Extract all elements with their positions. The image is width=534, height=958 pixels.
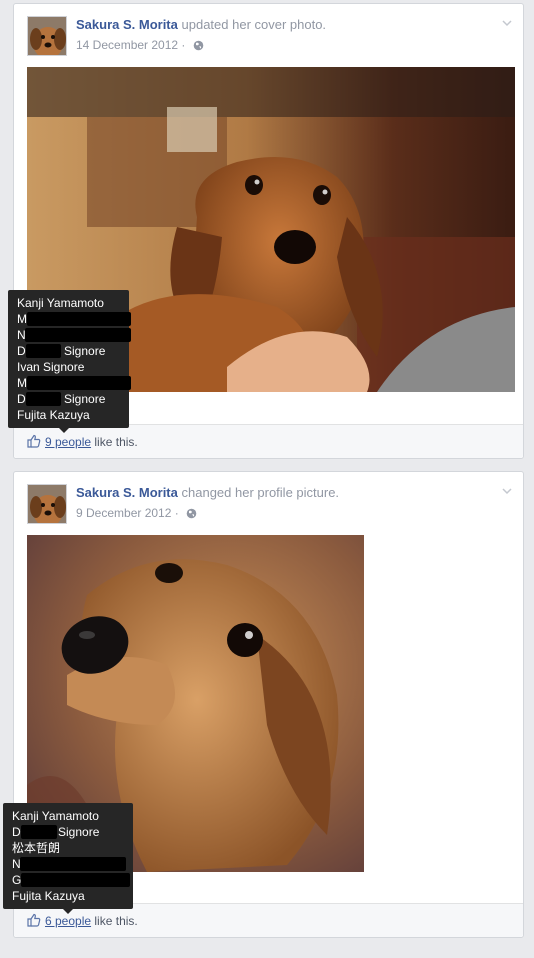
story-action: updated her cover photo.: [181, 17, 327, 32]
chevron-down-icon[interactable]: [501, 486, 513, 496]
author-name-link[interactable]: Sakura S. Morita: [76, 485, 178, 500]
likers-tooltip: Kanji Yamamoto D Signore 松本哲朗 N G Fujita …: [3, 803, 133, 914]
redaction-bar: [27, 312, 131, 326]
story-action: changed her profile picture.: [181, 485, 340, 500]
author-name-link[interactable]: Sakura S. Morita: [76, 17, 178, 32]
likers-tooltip: Kanji Yamamoto M N D Signore Ivan Signore…: [8, 290, 131, 433]
liker-name-redacted: M: [17, 311, 131, 327]
liker-name: 松本哲朗: [12, 841, 61, 855]
thumbs-up-icon[interactable]: [27, 434, 41, 448]
chevron-down-icon[interactable]: [501, 18, 513, 28]
liker-name: Kanji Yamamoto: [12, 809, 99, 823]
liker-name-redacted: D Signore: [17, 344, 106, 358]
redaction-bar: [26, 392, 61, 406]
liker-name: Fujita Kazuya: [12, 889, 85, 903]
liker-name-redacted: G: [12, 872, 130, 888]
author-avatar[interactable]: [27, 484, 67, 524]
likes-summary: 6 people like this.: [45, 914, 138, 928]
redaction-bar: [21, 825, 57, 839]
story-headline: Sakura S. Morita changed her profile pic…: [76, 485, 339, 500]
redaction-bar: [26, 344, 61, 358]
redaction-bar: [27, 376, 131, 390]
globe-icon[interactable]: [193, 40, 204, 51]
liker-name: Fujita Kazuya: [17, 408, 90, 422]
liker-name-redacted: D Signore: [17, 392, 106, 406]
redaction-bar: [21, 873, 130, 887]
liker-name: Kanji Yamamoto: [17, 296, 104, 310]
redaction-bar: [25, 328, 131, 342]
liker-name-redacted: N: [17, 327, 131, 343]
story-meta: 14 December 2012 ·: [76, 38, 204, 52]
globe-icon[interactable]: [186, 508, 197, 519]
story-meta: 9 December 2012 ·: [76, 506, 197, 520]
liker-name-redacted: D Signore: [12, 825, 100, 839]
tooltip-arrow: [59, 428, 69, 433]
likes-summary: 9 people like this.: [45, 435, 138, 449]
tooltip-arrow: [63, 909, 73, 914]
story-headline: Sakura S. Morita updated her cover photo…: [76, 17, 326, 32]
likes-count-link[interactable]: 9 people: [45, 435, 91, 449]
liker-name-redacted: N: [12, 856, 126, 872]
liker-name: Ivan Signore: [17, 360, 85, 374]
likes-count-link[interactable]: 6 people: [45, 914, 91, 928]
likes-suffix: like this.: [94, 435, 138, 449]
story-date[interactable]: 14 December 2012: [76, 38, 178, 52]
likes-suffix: like this.: [94, 914, 138, 928]
author-avatar[interactable]: [27, 16, 67, 56]
story-date[interactable]: 9 December 2012: [76, 506, 171, 520]
redaction-bar: [20, 857, 126, 871]
liker-name-redacted: M: [17, 375, 131, 391]
thumbs-up-icon[interactable]: [27, 913, 41, 927]
likes-bar: 9 people like this.: [14, 424, 523, 458]
